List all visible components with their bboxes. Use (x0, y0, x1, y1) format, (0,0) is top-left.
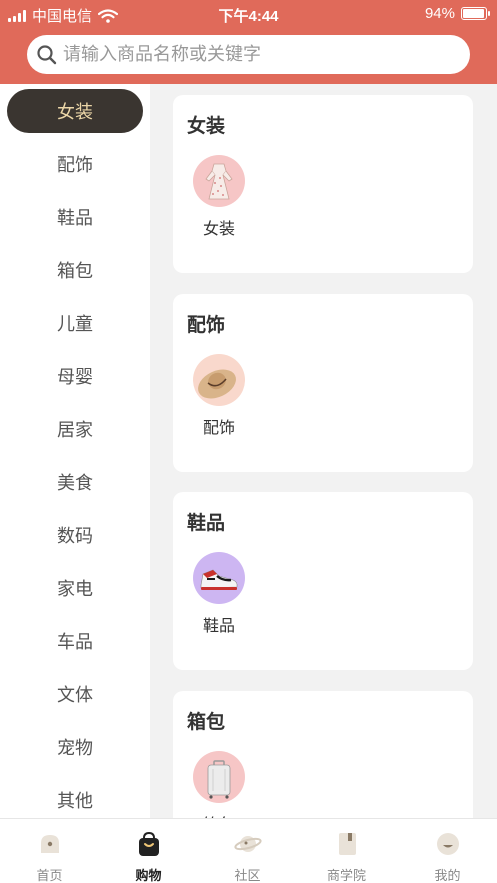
section-card: 女装 女装 (173, 95, 473, 273)
tab-community[interactable]: 社区 (198, 819, 297, 883)
sidebar-item-label: 母婴 (57, 367, 93, 387)
tab-label: 社区 (234, 868, 261, 883)
search-input[interactable] (63, 44, 443, 65)
section-card: 箱包 箱包 (173, 691, 473, 818)
home-icon (40, 835, 59, 853)
section-title: 箱包 (187, 712, 226, 733)
section-card: 配饰 配饰 (173, 294, 473, 472)
sidebar-item-bags[interactable]: 箱包 (0, 248, 150, 292)
book-icon (338, 833, 356, 855)
suitcase-icon (193, 751, 245, 803)
sidebar-item-label: 配饰 (57, 155, 93, 175)
tab-business-school[interactable]: 商学院 (297, 819, 396, 883)
search-icon (37, 44, 57, 64)
sidebar-item-label: 文体 (57, 685, 93, 705)
search-bar[interactable] (27, 35, 470, 74)
sidebar-item-label: 居家 (57, 420, 93, 440)
tab-label: 购物 (135, 868, 162, 883)
category-item[interactable]: 配饰 (192, 354, 246, 438)
battery-icon (461, 7, 490, 20)
shopping-bag-icon (138, 831, 159, 856)
status-time: 下午4:44 (218, 8, 279, 25)
sidebar-item-digital[interactable]: 数码 (0, 513, 150, 557)
tab-label: 我的 (434, 868, 461, 883)
category-label: 配饰 (202, 420, 235, 437)
sidebar-item-other[interactable]: 其他 (0, 778, 150, 822)
sidebar-item-accessories[interactable]: 配饰 (0, 142, 150, 186)
section-card: 鞋品 鞋品 (173, 492, 473, 670)
sidebar-item-label: 鞋品 (57, 208, 93, 228)
category-sidebar: 女装 配饰 鞋品 箱包 儿童 母婴 居家 美食 数码 家电 车品 文体 宠物 其… (0, 84, 150, 818)
category-label: 女装 (202, 221, 235, 238)
sun-hat-icon (193, 354, 245, 406)
category-item[interactable]: 箱包 (192, 751, 246, 818)
sidebar-item-label: 箱包 (57, 261, 93, 281)
sneaker-icon (193, 552, 245, 604)
header: 中国电信 下午4:44 94% (0, 0, 497, 84)
sidebar-item-shoes[interactable]: 鞋品 (0, 195, 150, 239)
sidebar-item-kids[interactable]: 儿童 (0, 301, 150, 345)
category-content[interactable]: 女装 女装 配饰 配饰 鞋品 鞋品 箱包 (150, 84, 497, 818)
status-bar: 中国电信 下午4:44 94% (0, 0, 497, 28)
tab-label: 商学院 (326, 868, 366, 883)
sidebar-item-label: 儿童 (57, 314, 93, 334)
sidebar-item-appliances[interactable]: 家电 (0, 566, 150, 610)
planet-icon (233, 836, 262, 852)
sidebar-item-home[interactable]: 居家 (0, 407, 150, 451)
tab-home[interactable]: 首页 (0, 819, 99, 883)
dress-icon (193, 155, 245, 207)
battery-group: 94% (424, 5, 490, 22)
sidebar-item-baby[interactable]: 母婴 (0, 354, 150, 398)
sidebar-item-label: 车品 (57, 632, 93, 652)
sidebar-item-label: 女装 (57, 102, 93, 122)
category-label: 鞋品 (202, 618, 235, 635)
sidebar-item-food[interactable]: 美食 (0, 460, 150, 504)
tab-profile[interactable]: 我的 (398, 819, 497, 883)
category-label: 箱包 (192, 811, 246, 818)
sidebar-item-label: 家电 (57, 579, 93, 599)
category-item[interactable]: 女装 (192, 155, 246, 239)
battery-percent: 94% (424, 5, 455, 22)
tab-label: 首页 (36, 868, 63, 883)
sidebar-item-women-clothing[interactable]: 女装 (7, 89, 143, 133)
sidebar-item-car[interactable]: 车品 (0, 619, 150, 663)
sidebar-item-stationery-sports[interactable]: 文体 (0, 672, 150, 716)
section-title: 鞋品 (187, 513, 226, 534)
sidebar-item-label: 数码 (57, 526, 93, 546)
section-title: 女装 (187, 116, 226, 137)
profile-icon (436, 833, 459, 855)
tab-shopping[interactable]: 购物 (99, 819, 198, 883)
section-title: 配饰 (187, 315, 226, 336)
sidebar-item-pets[interactable]: 宠物 (0, 725, 150, 769)
bottom-tab-bar: 首页 购物 社区 商学院 我的 (0, 818, 497, 883)
sidebar-item-label: 美食 (57, 473, 93, 493)
sidebar-item-label: 其他 (57, 791, 93, 811)
sidebar-item-label: 宠物 (57, 738, 93, 758)
category-item[interactable]: 鞋品 (192, 552, 246, 636)
